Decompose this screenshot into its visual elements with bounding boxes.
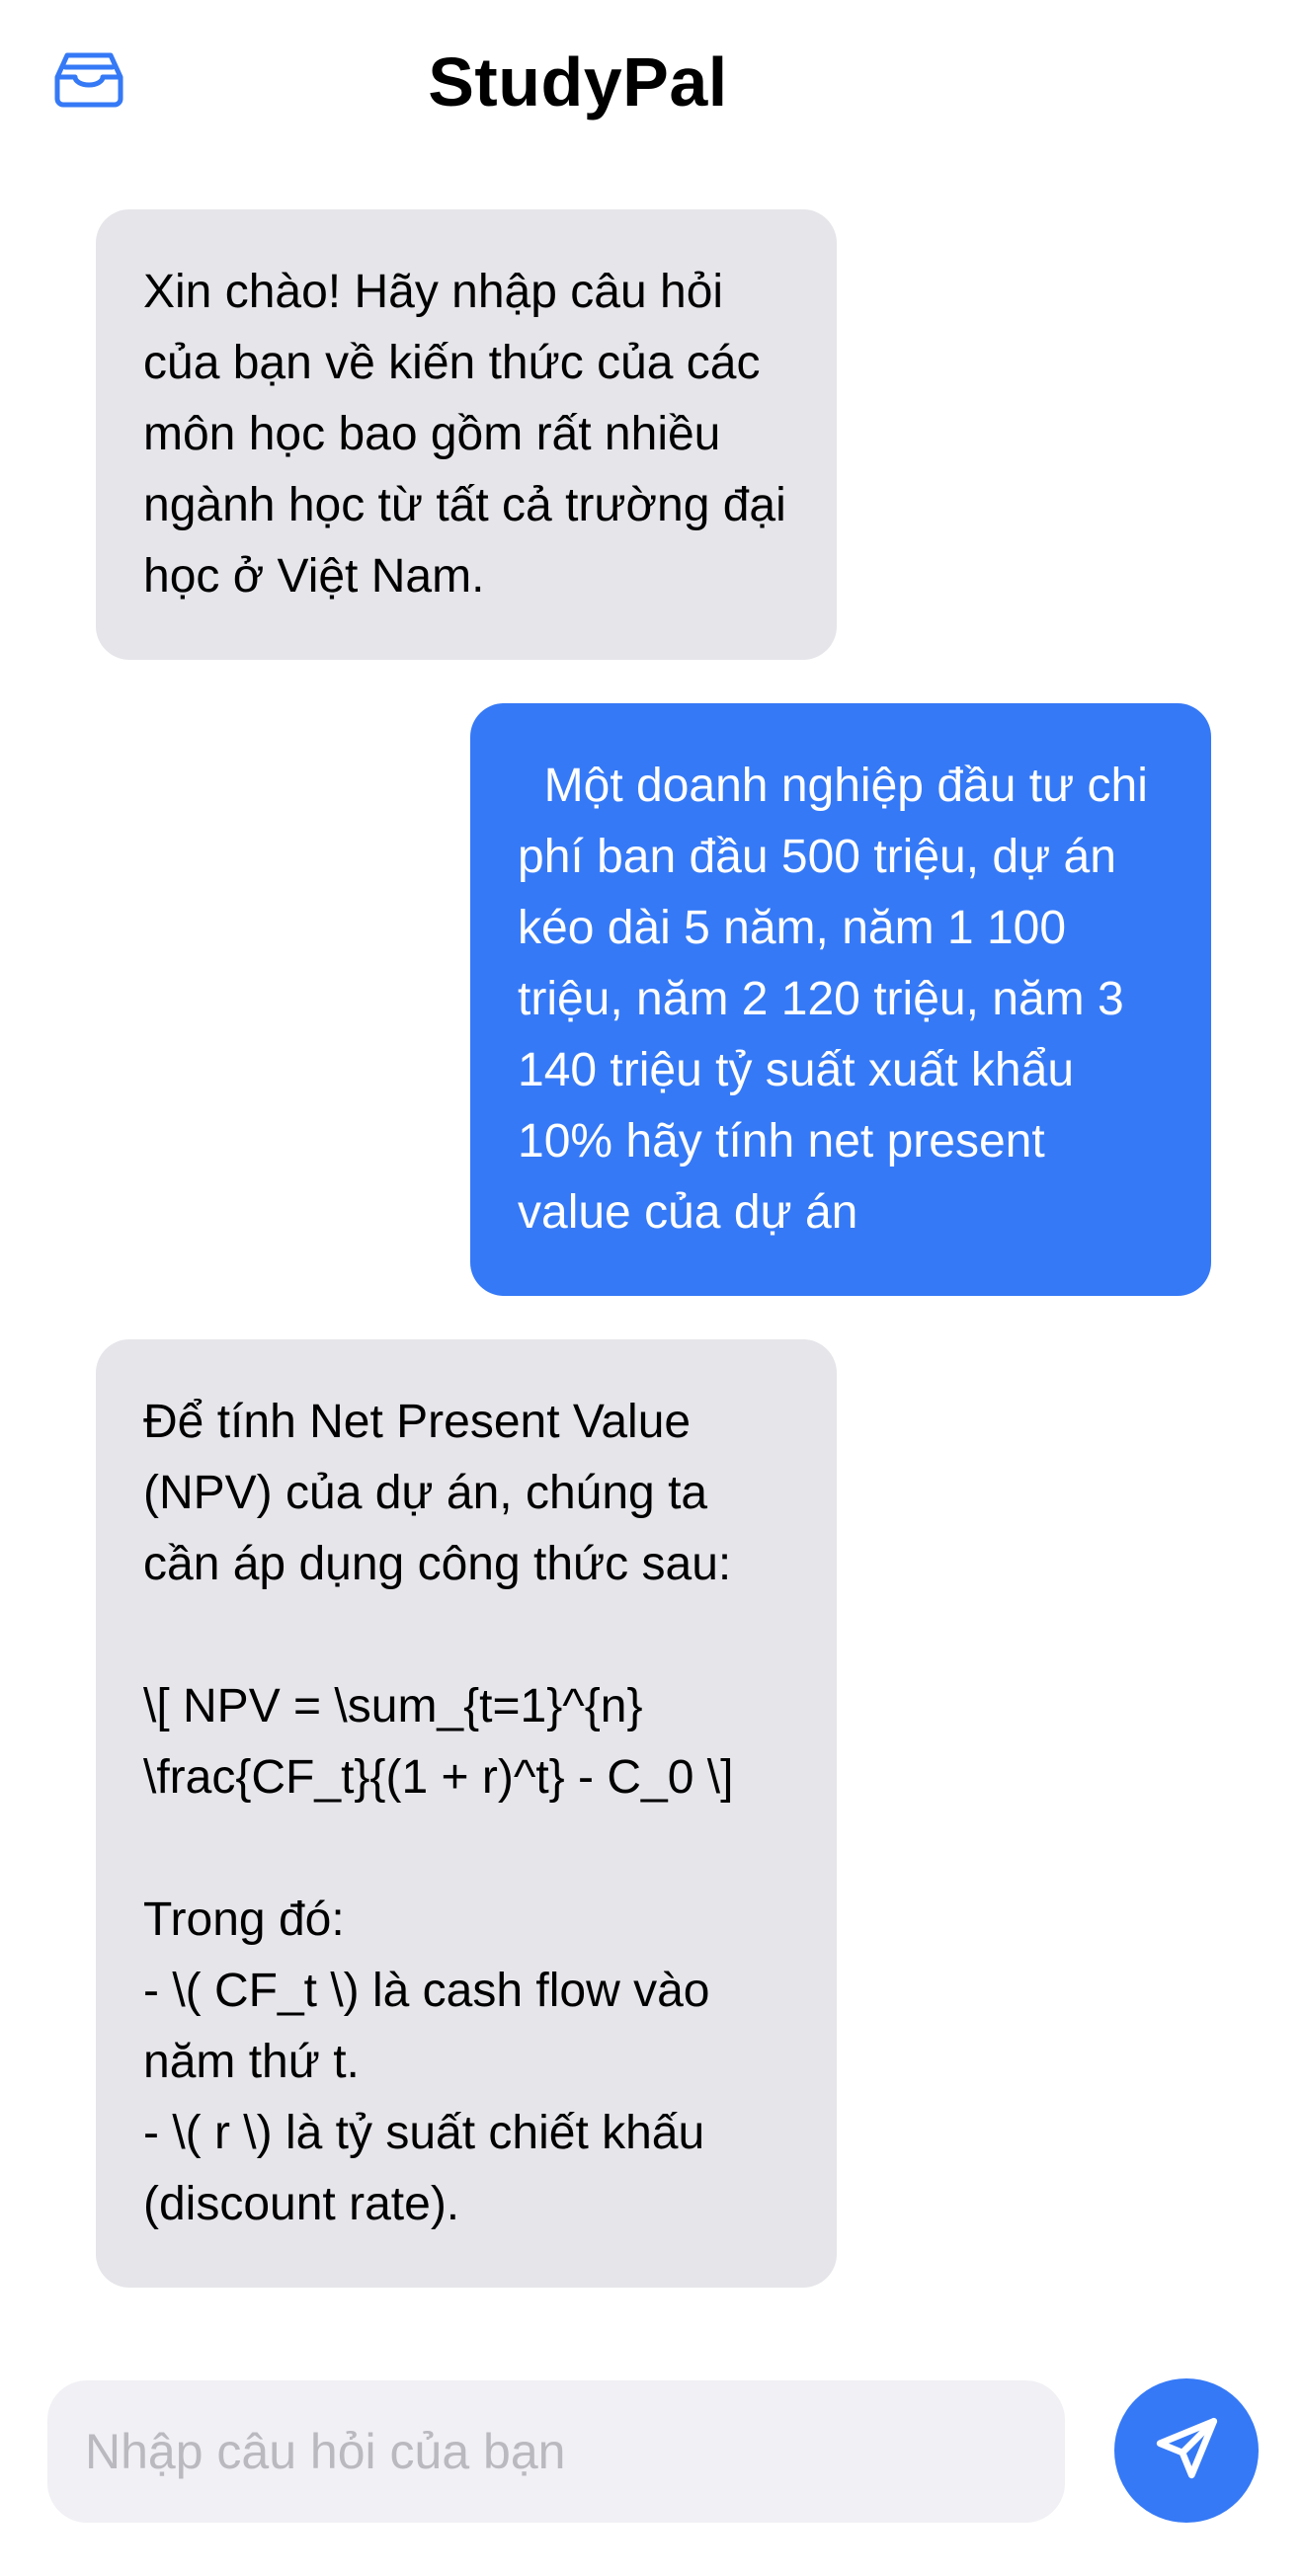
message-composer <box>0 2329 1304 2576</box>
chat-message-list[interactable]: Xin chào! Hãy nhập câu hỏi của bạn về ki… <box>0 168 1304 2329</box>
paper-plane-icon <box>1152 2414 1221 2488</box>
page-title: StudyPal <box>428 43 728 121</box>
user-message: Một doanh nghiệp đầu tư chi phí ban đầu … <box>470 703 1211 1296</box>
send-button[interactable] <box>1114 2378 1259 2523</box>
app-header: StudyPal <box>0 0 1304 168</box>
question-input[interactable] <box>47 2380 1065 2523</box>
assistant-message: Để tính Net Present Value (NPV) của dự á… <box>96 1339 837 2288</box>
assistant-message: Xin chào! Hãy nhập câu hỏi của bạn về ki… <box>96 209 837 660</box>
